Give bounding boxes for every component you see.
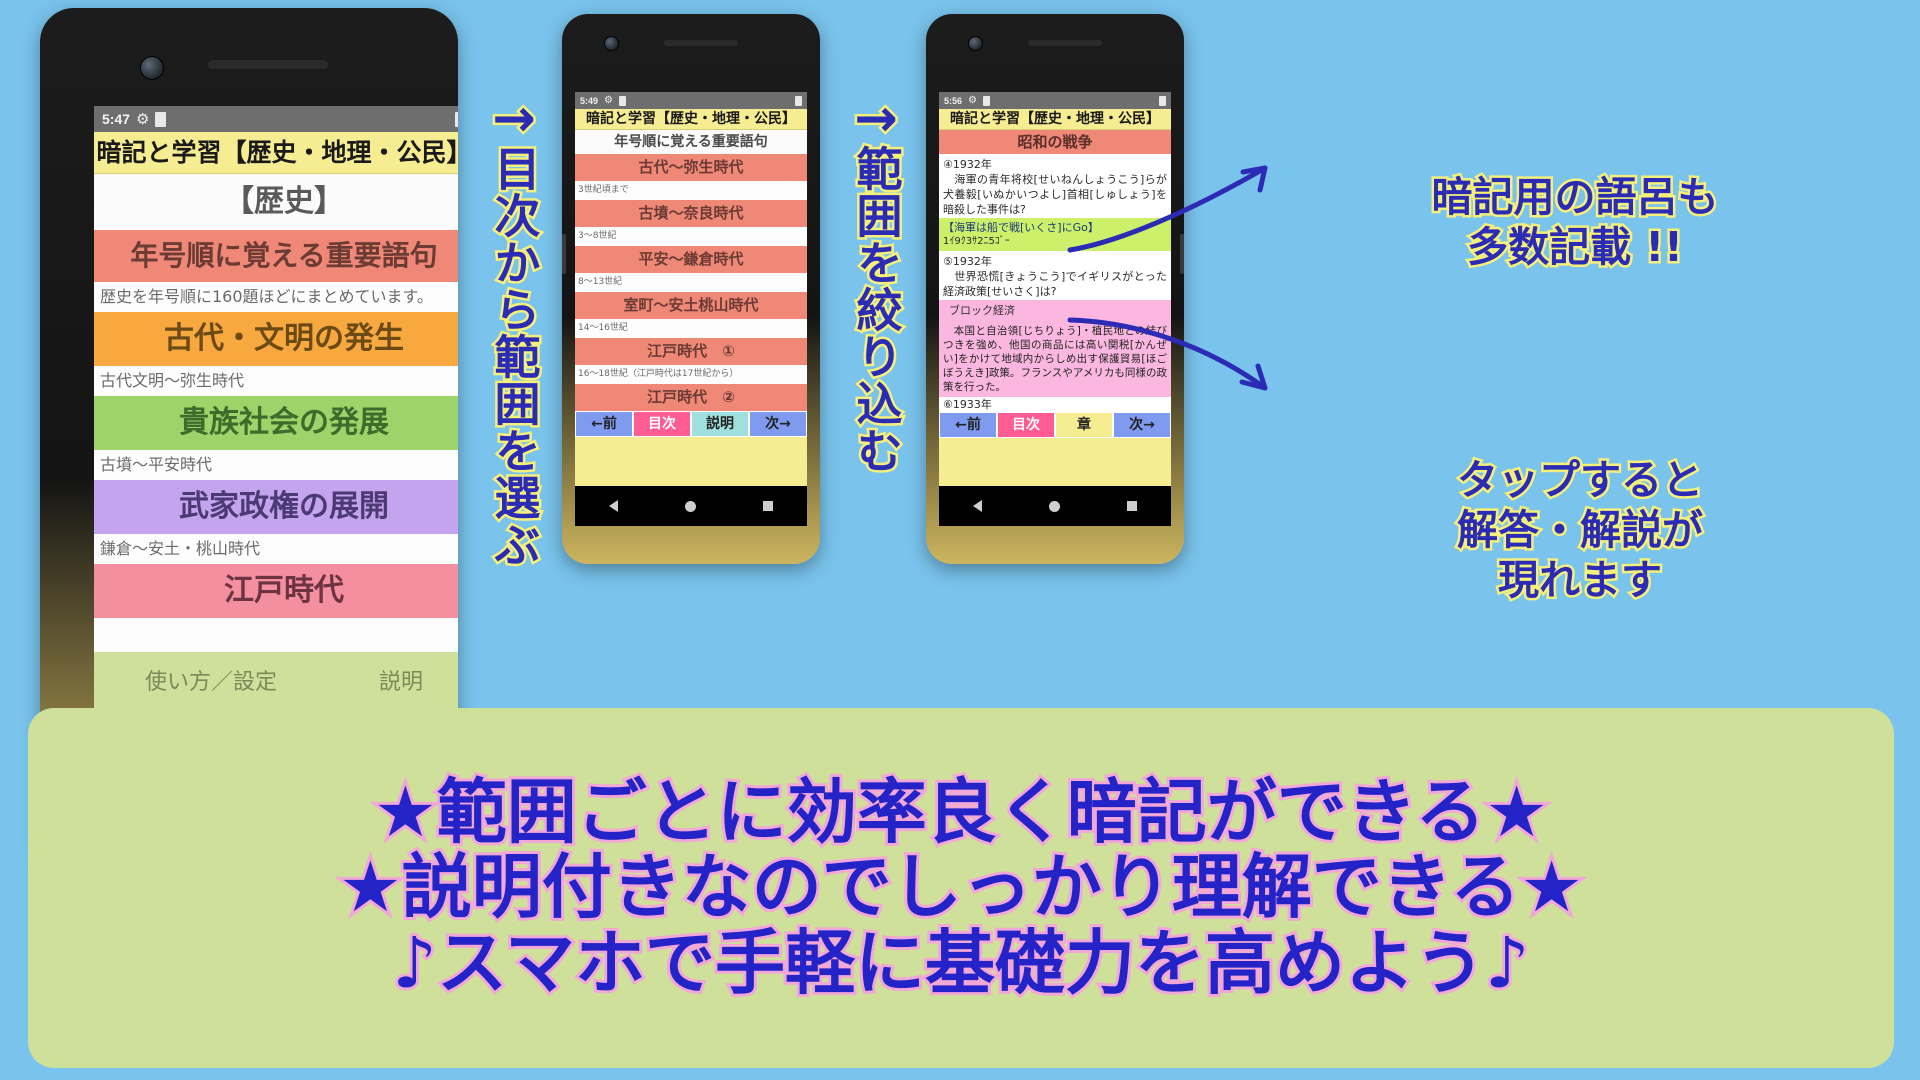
section-band[interactable]: 江戸時代 [94,564,458,618]
phone-1-screen: 5:47 ⚙ 暗記と学習【歴史・地理・公民】 【歴史】 年号順に覚える重要語句 … [94,106,458,766]
battery-icon [618,95,626,106]
annotation-tap-reveal: タップすると 解答・解説が 現れます [1270,453,1890,607]
status-bar: 5:56 ⚙ [939,92,1171,109]
section-band[interactable]: 古代〜弥生時代 [575,154,807,181]
content-filler [939,438,1171,486]
section-band[interactable]: 古墳〜奈良時代 [575,200,807,227]
nav-explain-button[interactable]: 説明 [691,411,749,437]
footer-hint-label-2[interactable]: 説明 [379,664,423,696]
promo-graphic: 5:47 ⚙ 暗記と学習【歴史・地理・公民】 【歴史】 年号順に覚える重要語句 … [0,0,1920,1080]
promo-banner: ★範囲ごとに効率良く暗記ができる★ ★説明付きなのでしっかり理解できる★ ♪スマ… [28,708,1894,1068]
phone-3-device: 5:56 ⚙ 暗記と学習【歴史・地理・公民】 昭和の戦争 ④1932年 海軍の青… [926,14,1184,564]
android-softkeys [575,486,807,526]
section-band[interactable]: 平安〜鎌倉時代 [575,246,807,273]
gear-icon: ⚙ [968,95,977,106]
footer-hint-row: 使い方／設定 説明 [94,652,458,708]
back-button-icon[interactable] [608,500,618,512]
status-clock: 5:47 [102,111,131,127]
battery-icon [155,111,167,127]
section-band[interactable]: 貴族社会の発展 [94,396,458,450]
recents-button-icon[interactable] [1127,501,1138,511]
page-subtitle: 【歴史】 [94,174,458,230]
front-camera-icon [968,36,983,51]
gear-icon: ⚙ [136,111,150,128]
status-bar: 5:49 ⚙ [575,92,807,109]
battery-icon-right [1159,95,1166,106]
section-desc: 歴史を年号順に160題ほどにまとめています。 [94,282,458,312]
section-desc [94,618,458,652]
annotation-line: タップすると [1455,453,1706,506]
app-title: 暗記と学習【歴史・地理・公民】 [939,109,1171,130]
section-band[interactable]: 武家政権の展開 [94,480,458,534]
home-button-icon[interactable] [684,500,696,512]
earpiece-speaker [664,40,738,46]
nav-prev-button[interactable]: ←前 [939,412,997,438]
caption-text: 範囲を絞り込む [847,142,906,476]
section-desc: 鎌倉〜安土・桃山時代 [94,534,458,564]
section-band[interactable]: 室町〜安土桃山時代 [575,292,807,319]
earpiece-speaker [1028,40,1102,46]
banner-line: ♪スマホで手軽に基礎力を高めよう♪ [389,921,1532,1004]
annotation-line: 解答・解説が [1455,504,1706,557]
nav-next-button[interactable]: 次→ [749,411,807,437]
phone-2-device: 5:49 ⚙ 暗記と学習【歴史・地理・公民】 年号順に覚える重要語句 古代〜弥生… [562,14,820,564]
nav-prev-button[interactable]: ←前 [575,411,633,437]
section-band[interactable]: 古代・文明の発生 [94,312,458,366]
home-button-icon[interactable] [1048,500,1060,512]
caption-select-range: → 目次から範囲を選ぶ [474,89,554,571]
section-desc: 14〜16世紀 [575,319,807,338]
arrow-right-icon: → [852,89,901,149]
earpiece-speaker [208,60,328,69]
caption-text: 目次から範囲を選ぶ [485,142,544,570]
nav-index-button[interactable]: 目次 [997,412,1055,438]
section-band[interactable]: 江戸時代 ② [575,384,807,411]
volume-button[interactable] [562,234,566,274]
annotation-line: 現れます [1496,554,1665,607]
phone-2-screen: 5:49 ⚙ 暗記と学習【歴史・地理・公民】 年号順に覚える重要語句 古代〜弥生… [575,92,807,486]
battery-icon-right [795,95,802,106]
recents-button-icon[interactable] [763,501,774,511]
annotation-line: 多数記載 !! [1465,221,1686,274]
section-desc: 3世紀頃まで [575,181,807,200]
section-desc: 3〜8世紀 [575,227,807,246]
status-clock: 5:49 [580,95,599,106]
battery-icon [982,95,990,106]
app-nav-bar: ←前 目次 説明 次→ [575,411,807,437]
section-desc: 8〜13世紀 [575,273,807,292]
arrow-right-icon: → [490,89,539,149]
callout-arrow-2 [1067,317,1268,391]
app-title: 暗記と学習【歴史・地理・公民】 [575,109,807,130]
front-camera-icon [140,56,164,80]
section-band[interactable]: 年号順に覚える重要語句 [94,230,458,282]
status-bar: 5:47 ⚙ [94,106,458,132]
footer-hint-label[interactable]: 使い方／設定 [145,664,277,696]
section-desc: 古代文明〜弥生時代 [94,366,458,396]
gear-icon: ⚙ [604,95,613,106]
section-desc: 16〜18世紀（江戸時代は17世紀から） [575,365,807,384]
status-clock: 5:56 [944,95,963,106]
back-button-icon[interactable] [972,500,982,512]
nav-index-button[interactable]: 目次 [633,411,691,437]
banner-line: ★範囲ごとに効率良く暗記ができる★ [371,770,1551,853]
annotation-mnemonics: 暗記用の語呂も 多数記載 !! [1255,170,1895,274]
annotation-line: 暗記用の語呂も [1429,170,1721,223]
content-filler [575,437,807,486]
android-softkeys [939,486,1171,526]
battery-icon-right [455,111,458,127]
caption-narrow-range: → 範囲を絞り込む [836,89,916,477]
section-desc: 古墳〜平安時代 [94,450,458,480]
banner-line: ★説明付きなのでしっかり理解できる★ [336,846,1586,929]
section-band[interactable]: 江戸時代 ① [575,338,807,365]
app-title: 暗記と学習【歴史・地理・公民】 [94,132,458,174]
qa-question: 世界恐慌[きょうこう]でイギリスがとった経済政策[せいさく]は? [943,270,1167,298]
front-camera-icon [604,36,619,51]
page-subtitle: 年号順に覚える重要語句 [575,130,807,154]
